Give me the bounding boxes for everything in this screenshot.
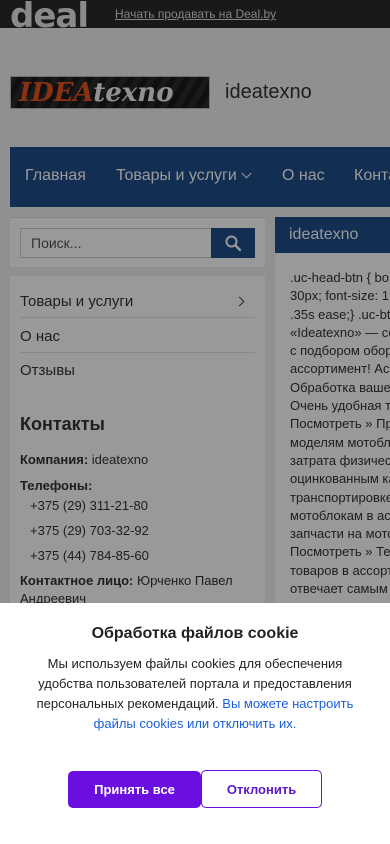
cookie-overlay bbox=[0, 0, 390, 603]
cookie-banner: Обработка файлов cookie Мы используем фа… bbox=[0, 603, 390, 844]
cookie-text: Мы используем файлы cookies для обеспече… bbox=[36, 656, 354, 731]
decline-button[interactable]: Отклонить bbox=[201, 770, 322, 808]
accept-all-button[interactable]: Принять все bbox=[68, 771, 201, 808]
cookie-title: Обработка файлов cookie bbox=[91, 625, 299, 642]
